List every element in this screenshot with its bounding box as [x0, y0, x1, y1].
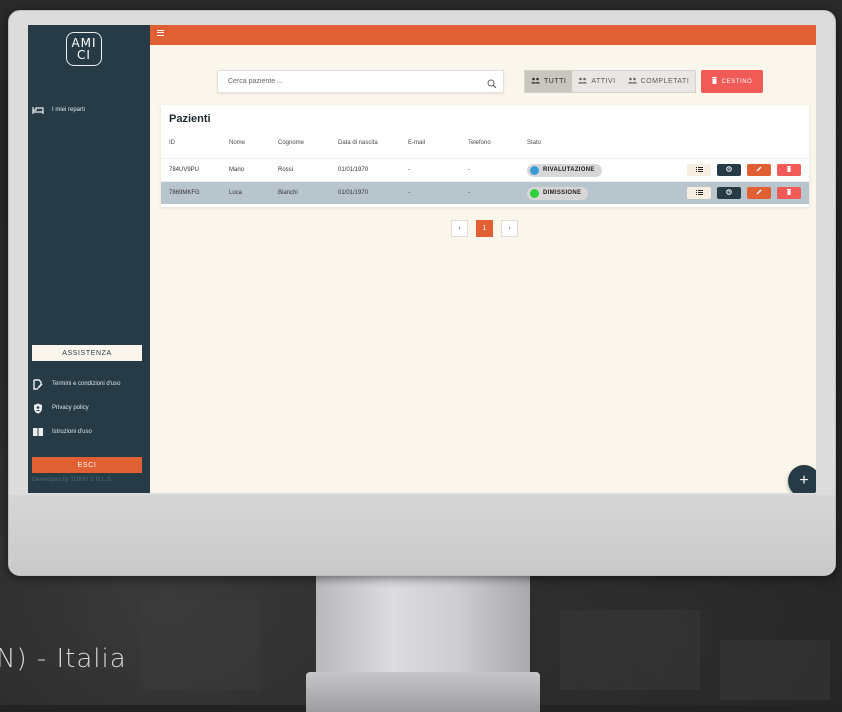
column-header: E-mail [408, 140, 426, 146]
filter-tutti[interactable]: TUTTI [525, 71, 573, 92]
filter-attivi[interactable]: ATTIVI [572, 71, 621, 92]
pencil-icon [756, 189, 762, 197]
delete-button[interactable] [777, 187, 801, 199]
cell-cognome: Bianchi [278, 190, 298, 196]
history-icon [726, 166, 732, 174]
history-icon [726, 189, 732, 197]
bed-icon [32, 105, 44, 115]
list-button[interactable] [687, 164, 711, 176]
list-button[interactable] [687, 187, 711, 199]
table-row[interactable]: 7869MKFG Luca Bianchi 01/01/1970 - - DIM… [161, 181, 809, 204]
app-logo[interactable]: AMI CI [66, 32, 102, 66]
history-button[interactable] [717, 187, 741, 199]
cell-telefono: - [468, 167, 470, 173]
cell-email: - [408, 167, 410, 173]
row-actions [687, 164, 801, 176]
app-screen: AMI CI I miei reparti ASSISTENZA Termini… [28, 25, 816, 493]
edit-button[interactable] [747, 164, 771, 176]
assist-button[interactable]: ASSISTENZA [32, 345, 142, 361]
cell-nascita: 01/01/1970 [338, 167, 369, 173]
cell-telefono: - [468, 190, 470, 196]
prev-page-button[interactable]: ‹ [451, 220, 468, 237]
filter-group: TUTTI ATTIVI COMPLETATI [524, 70, 697, 93]
column-header: Data di nascita [338, 140, 378, 146]
cell-id: 7869MKFG [169, 190, 200, 196]
list-icon [695, 189, 703, 197]
delete-button[interactable] [777, 164, 801, 176]
column-header: Nome [229, 140, 246, 146]
sidebar-link-privacy[interactable]: Privacy policy [32, 403, 89, 413]
trash-button[interactable]: CESTINO [701, 70, 763, 93]
credits-text: Developed by TOBIH S.R.L.S. [32, 477, 113, 483]
group-icon [531, 77, 540, 86]
search-box [217, 70, 504, 93]
search-input[interactable] [226, 77, 470, 86]
trash-icon [711, 77, 717, 86]
menu-icon[interactable] [157, 28, 164, 37]
table-title: Pazienti [169, 113, 211, 125]
cell-nome: Mario [229, 167, 245, 173]
sidebar: AMI CI I miei reparti ASSISTENZA Termini… [28, 25, 150, 493]
status-dot [530, 165, 539, 175]
monitor-stand-base [306, 672, 540, 712]
page-button-current[interactable]: 1 [476, 220, 493, 237]
pagination: ‹ 1 › [451, 220, 518, 237]
filter-completati[interactable]: COMPLETATI [622, 71, 696, 92]
group-icon [578, 77, 588, 86]
cell-nome: Luca [229, 190, 243, 196]
sidebar-link-terms[interactable]: Termini e condizioni d'uso [32, 378, 121, 390]
patients-card: Pazienti ID Nome Cognome Data di nascita… [161, 105, 809, 207]
cell-email: - [408, 190, 410, 196]
sidebar-link-instructions[interactable]: Istruzioni d'uso [32, 427, 92, 437]
logout-button[interactable]: ESCI [32, 457, 142, 473]
top-bar [150, 25, 816, 45]
edit-button[interactable] [747, 187, 771, 199]
pencil-icon [756, 166, 762, 174]
column-header: Stato [527, 140, 542, 146]
status-badge: RIVALUTAZIONE [527, 163, 602, 177]
list-icon [695, 166, 703, 174]
next-page-button[interactable]: › [501, 220, 518, 237]
column-header: ID [169, 140, 175, 146]
book-icon [32, 427, 44, 437]
trash-icon [787, 189, 791, 197]
group-icon [627, 77, 637, 86]
background-caption: N) - Italia [0, 644, 127, 674]
cell-id: 784UV9PU [169, 167, 200, 173]
table-row[interactable]: 784UV9PU Mario Rossi 01/01/1970 - - RIVA… [161, 158, 809, 181]
row-actions [687, 187, 801, 199]
column-header: Cognome [278, 140, 305, 146]
status-badge: DIMISSIONE [527, 186, 589, 200]
status-dot [530, 188, 539, 198]
sidebar-item-reparti[interactable]: I miei reparti [32, 105, 85, 115]
trash-icon [787, 166, 791, 174]
search-icon[interactable] [487, 76, 497, 94]
history-button[interactable] [717, 164, 741, 176]
column-header: Telefono [468, 140, 491, 146]
monitor-chin [9, 495, 835, 575]
document-edit-icon [32, 378, 44, 390]
cell-nascita: 01/01/1970 [338, 190, 369, 196]
monitor-frame: AMI CI I miei reparti ASSISTENZA Termini… [8, 10, 836, 576]
cell-cognome: Rossi [278, 167, 294, 173]
shield-user-icon [32, 403, 44, 413]
add-patient-button[interactable]: + [788, 465, 816, 493]
